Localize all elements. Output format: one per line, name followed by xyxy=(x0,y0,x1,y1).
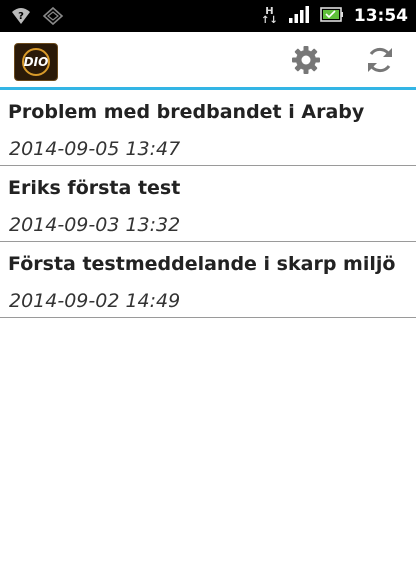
network-h-icon: H ↑↓ xyxy=(261,6,278,26)
wifi-question-icon: ? xyxy=(10,6,32,30)
list-item[interactable]: Problem med bredbandet i Araby 2014-09-0… xyxy=(0,90,416,166)
message-date: 2014-09-05 13:47 xyxy=(9,138,181,160)
settings-button[interactable] xyxy=(289,45,323,79)
battery-icon xyxy=(320,5,344,27)
refresh-button[interactable] xyxy=(363,45,397,79)
svg-text:?: ? xyxy=(18,11,24,22)
message-title: Problem med bredbandet i Araby xyxy=(8,101,365,123)
message-title: Eriks första test xyxy=(8,177,181,199)
app-logo[interactable]: DIO xyxy=(14,43,58,81)
network-type-label: H xyxy=(265,6,274,17)
list-item[interactable]: Första testmeddelande i skarp miljö 2014… xyxy=(0,242,416,318)
clock: 13:54 xyxy=(353,6,408,26)
message-list: Problem med bredbandet i Araby 2014-09-0… xyxy=(0,90,416,318)
status-bar: ? H ↑↓ 13:54 xyxy=(0,0,416,32)
sync-off-icon xyxy=(42,6,64,30)
message-date: 2014-09-02 14:49 xyxy=(9,290,181,312)
signal-icon xyxy=(288,5,310,27)
message-title: Första testmeddelande i skarp miljö xyxy=(8,253,396,275)
refresh-icon xyxy=(365,45,395,79)
message-date: 2014-09-03 13:32 xyxy=(9,214,181,236)
action-bar: DIO xyxy=(0,32,416,90)
list-item[interactable]: Eriks första test 2014-09-03 13:32 xyxy=(0,166,416,242)
logo-text: DIO xyxy=(23,55,49,69)
settings-icon xyxy=(291,45,321,79)
